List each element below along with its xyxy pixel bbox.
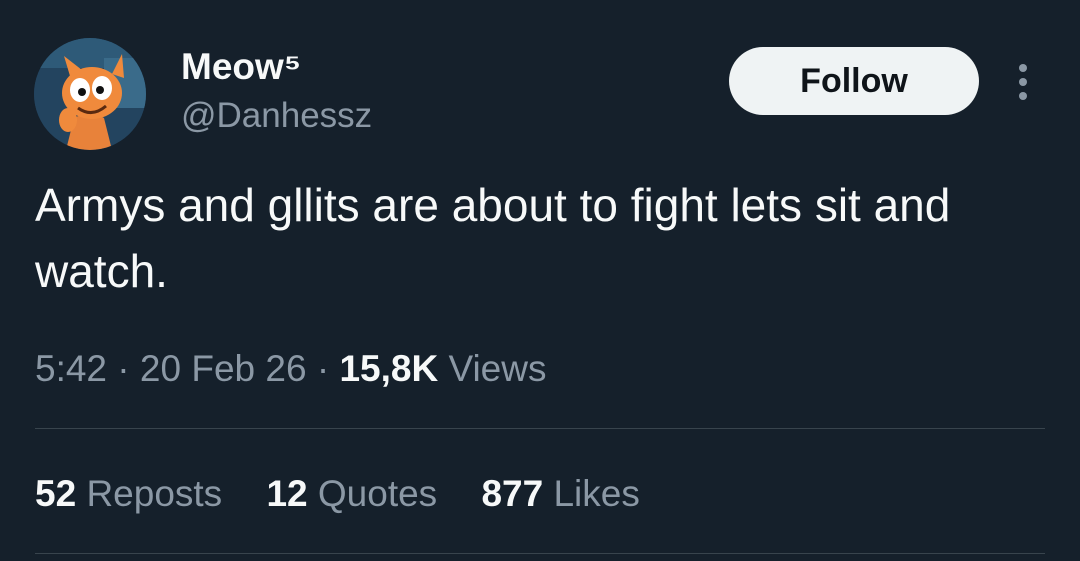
follow-button[interactable]: Follow (729, 47, 979, 115)
meta-separator: · (117, 348, 130, 389)
likes-label: Likes (553, 473, 640, 514)
likes-count: 877 (481, 473, 544, 514)
tweet-card: Meow⁵ @Danhessz Follow Armys and gllits … (0, 0, 1080, 561)
views-count[interactable]: 15,8K (339, 348, 438, 389)
reposts-stat[interactable]: 52 Reposts (35, 468, 222, 520)
engagement-stats: 52 Reposts 12 Quotes 877 Likes (35, 468, 674, 520)
divider (35, 553, 1045, 554)
reposts-label: Reposts (86, 473, 223, 514)
tweet-time[interactable]: 5:42 (35, 348, 107, 389)
more-options-button[interactable] (1004, 58, 1042, 106)
quotes-label: Quotes (317, 473, 438, 514)
author-display-name[interactable]: Meow⁵ (181, 44, 301, 90)
tweet-text: Armys and gllits are about to fight lets… (35, 179, 951, 297)
meta-separator: · (316, 348, 330, 389)
divider (35, 428, 1045, 429)
reposts-count: 52 (35, 473, 77, 514)
cartoon-cat-avatar-icon (34, 38, 146, 150)
views-label: Views (448, 348, 547, 389)
tweet-meta: 5:42 · 20 Feb 26 · 15,8K Views (35, 343, 546, 395)
quotes-stat[interactable]: 12 Quotes (266, 468, 437, 520)
likes-stat[interactable]: 877 Likes (481, 468, 639, 520)
more-vertical-icon (1019, 64, 1027, 100)
avatar[interactable] (34, 38, 146, 150)
quotes-count: 12 (266, 473, 308, 514)
author-handle[interactable]: @Danhessz (181, 94, 372, 138)
tweet-date[interactable]: 20 Feb 26 (140, 348, 307, 389)
